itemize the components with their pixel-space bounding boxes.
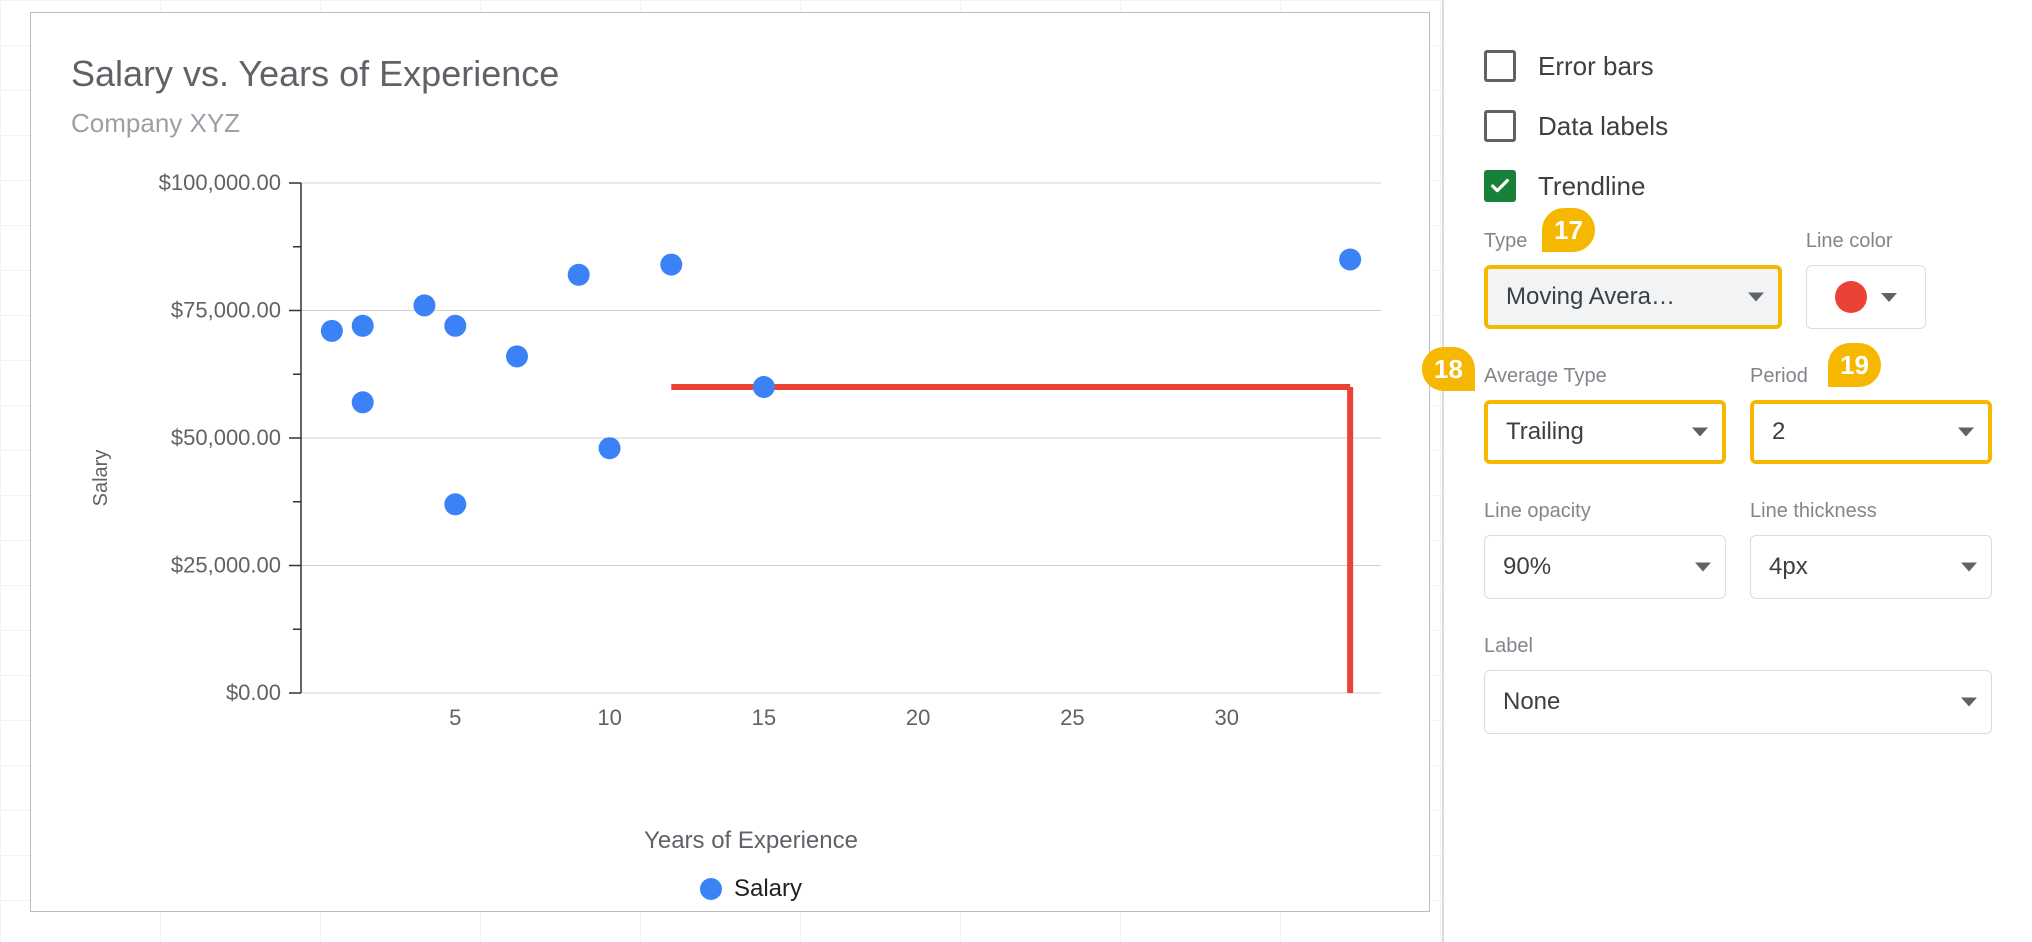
line-opacity-label: Line opacity (1484, 500, 1726, 523)
chevron-down-icon (1881, 293, 1897, 302)
chart-subtitle: Company XYZ (71, 108, 240, 139)
chevron-down-icon (1695, 563, 1711, 572)
chart-editor-sidebar: Error bars Data labels Trendline 17 Type… (1442, 0, 2032, 942)
chevron-down-icon (1961, 698, 1977, 707)
svg-text:10: 10 (597, 705, 621, 730)
data-labels-label: Data labels (1538, 111, 1668, 142)
svg-text:$100,000.00: $100,000.00 (159, 173, 281, 195)
legend: Salary (700, 875, 802, 903)
svg-text:5: 5 (449, 705, 461, 730)
data-labels-checkbox[interactable] (1484, 110, 1516, 142)
period-value: 2 (1772, 418, 1785, 446)
plot-area: Salary $0.00$25,000.00$50,000.00$75,000.… (101, 173, 1401, 783)
x-axis-label: Years of Experience (644, 827, 858, 855)
line-thickness-label: Line thickness (1750, 500, 1992, 523)
svg-text:$0.00: $0.00 (226, 680, 281, 705)
trendline-type-value: Moving Avera… (1506, 283, 1675, 311)
svg-text:25: 25 (1060, 705, 1084, 730)
line-thickness-value: 4px (1769, 553, 1808, 581)
period-select[interactable]: 2 (1750, 400, 1992, 464)
error-bars-label: Error bars (1538, 51, 1654, 82)
annotation-badge-18: 18 (1422, 347, 1475, 391)
line-color-label: Line color (1806, 230, 1992, 253)
chevron-down-icon (1692, 428, 1708, 437)
svg-text:30: 30 (1214, 705, 1238, 730)
error-bars-checkbox[interactable] (1484, 50, 1516, 82)
line-opacity-select[interactable]: 90% (1484, 535, 1726, 599)
average-type-label: Average Type (1484, 365, 1726, 388)
svg-text:20: 20 (906, 705, 930, 730)
line-opacity-value: 90% (1503, 553, 1551, 581)
trendline-label-value: None (1503, 688, 1560, 716)
chart-title: Salary vs. Years of Experience (71, 53, 559, 95)
chart-svg: $0.00 $25,000.00 $50,000.00 $75,000.00 $100,… (101, 173, 1401, 733)
chevron-down-icon (1958, 428, 1974, 437)
trendline-label-select[interactable]: None (1484, 670, 1992, 734)
line-color-select[interactable] (1806, 265, 1926, 329)
color-swatch-icon (1835, 281, 1867, 313)
trendline-row[interactable]: Trendline (1484, 170, 1992, 202)
data-labels-row[interactable]: Data labels (1484, 110, 1992, 142)
error-bars-row[interactable]: Error bars (1484, 50, 1992, 82)
legend-marker-icon (700, 878, 722, 900)
annotation-badge-19: 19 (1828, 343, 1881, 387)
trendline-label: Trendline (1538, 171, 1645, 202)
svg-text:$75,000.00: $75,000.00 (171, 298, 281, 323)
chevron-down-icon (1961, 563, 1977, 572)
trendline-type-select[interactable]: Moving Avera… (1484, 265, 1782, 329)
trendline-checkbox[interactable] (1484, 170, 1516, 202)
type-label: Type (1484, 230, 1782, 253)
svg-text:$50,000.00: $50,000.00 (171, 425, 281, 450)
svg-text:15: 15 (752, 705, 776, 730)
trendline-label-label: Label (1484, 635, 1992, 658)
line-thickness-select[interactable]: 4px (1750, 535, 1992, 599)
chevron-down-icon (1748, 293, 1764, 302)
svg-text:$25,000.00: $25,000.00 (171, 553, 281, 578)
average-type-select[interactable]: Trailing (1484, 400, 1726, 464)
legend-label: Salary (734, 875, 802, 903)
annotation-badge-17: 17 (1542, 208, 1595, 252)
average-type-value: Trailing (1506, 418, 1584, 446)
chart-container[interactable]: Salary vs. Years of Experience Company X… (30, 12, 1430, 912)
